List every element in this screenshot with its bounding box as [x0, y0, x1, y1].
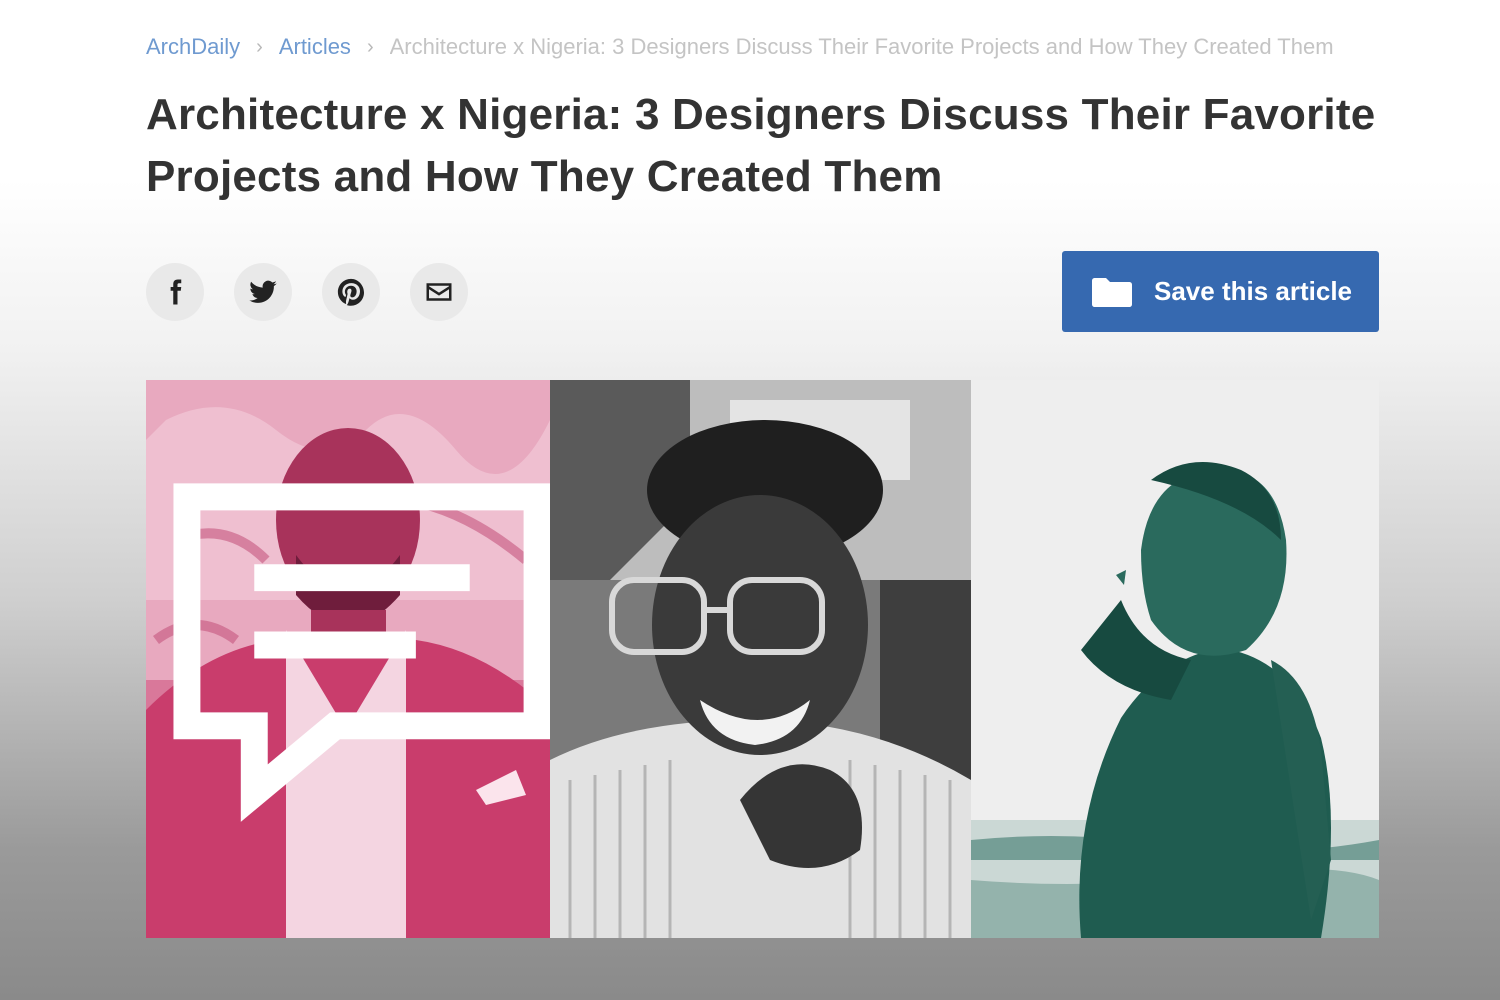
breadcrumb-archdaily-link[interactable]: ArchDaily — [146, 34, 240, 60]
breadcrumb-separator-icon: › — [366, 35, 374, 58]
breadcrumb-articles-link[interactable]: Articles — [279, 34, 351, 60]
email-icon — [426, 283, 452, 301]
article-title: Architecture x Nigeria: 3 Designers Disc… — [146, 90, 1376, 201]
save-article-button[interactable]: Save this article — [1062, 251, 1379, 332]
portrait-woman-glasses-image — [550, 380, 971, 938]
twitter-share-button[interactable] — [234, 263, 292, 321]
breadcrumb: ArchDaily › Articles › Architecture x Ni… — [146, 30, 1380, 64]
facebook-icon — [170, 279, 182, 305]
twitter-icon — [249, 280, 277, 303]
share-bar — [146, 263, 468, 321]
comment-icon[interactable] — [160, 380, 550, 924]
pinterest-icon — [337, 278, 364, 306]
folder-icon — [1092, 277, 1132, 307]
pinterest-share-button[interactable] — [322, 263, 380, 321]
hero-image — [146, 380, 1379, 938]
portrait-man-profile-image — [971, 380, 1379, 938]
hero-panel-designer-3 — [971, 380, 1379, 938]
facebook-share-button[interactable] — [146, 263, 204, 321]
save-article-label: Save this article — [1154, 276, 1352, 306]
email-share-button[interactable] — [410, 263, 468, 321]
hero-panel-designer-1 — [146, 380, 550, 938]
breadcrumb-current: Architecture x Nigeria: 3 Designers Disc… — [389, 34, 1334, 59]
hero-panel-designer-2 — [550, 380, 971, 938]
breadcrumb-separator-icon: › — [256, 35, 263, 58]
